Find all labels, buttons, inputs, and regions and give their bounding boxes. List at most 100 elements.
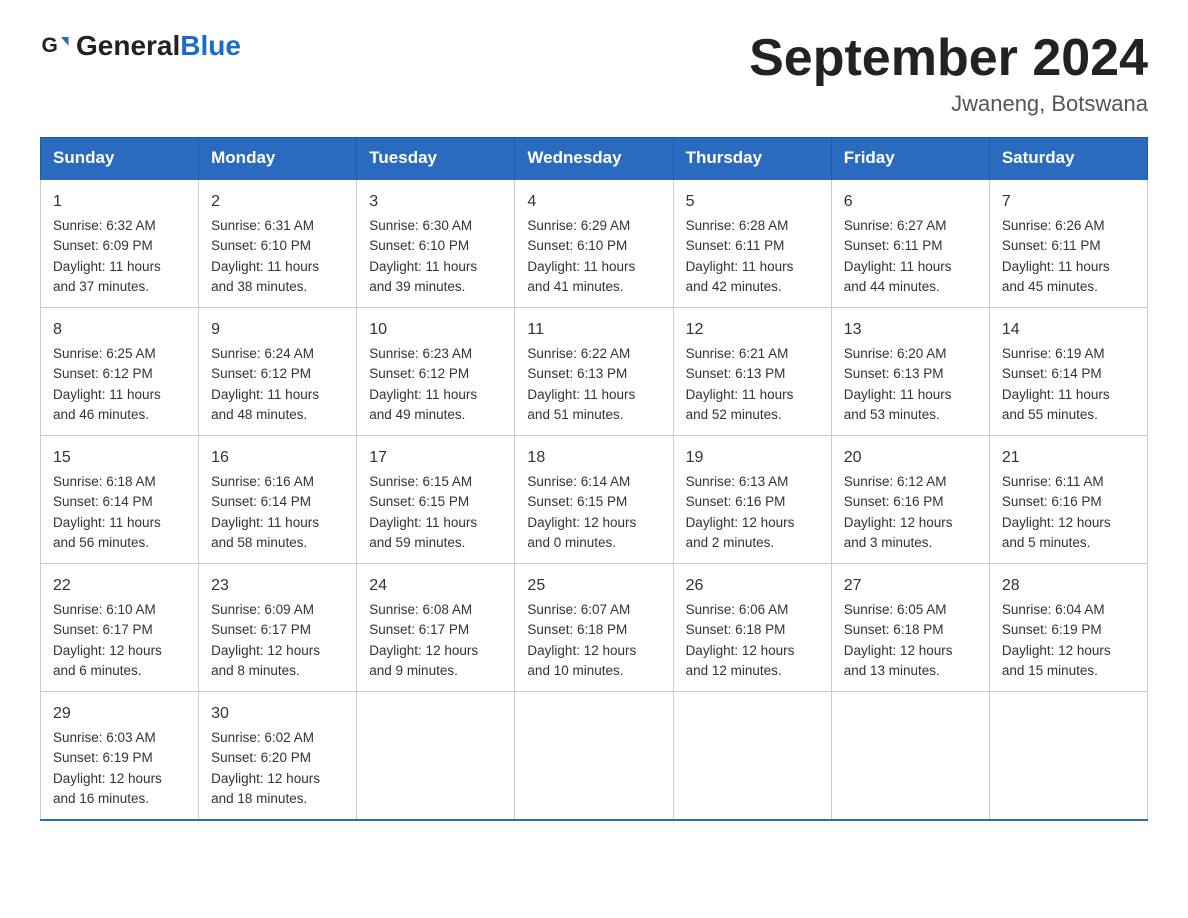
day-info: Sunrise: 6:14 AM (527, 472, 660, 492)
day-info: and 12 minutes. (686, 661, 819, 681)
day-number: 22 (53, 574, 186, 598)
calendar-title: September 2024 (749, 30, 1148, 87)
day-info: Sunset: 6:16 PM (844, 492, 977, 512)
day-number: 8 (53, 318, 186, 342)
day-info: Sunset: 6:11 PM (844, 236, 977, 256)
day-info: Daylight: 12 hours (527, 513, 660, 533)
day-info: Sunset: 6:17 PM (369, 620, 502, 640)
logo-general: General (76, 30, 180, 61)
day-info: Sunrise: 6:24 AM (211, 344, 344, 364)
day-info: Daylight: 12 hours (844, 641, 977, 661)
day-info: Sunrise: 6:15 AM (369, 472, 502, 492)
logo-wordmark: GeneralBlue (76, 30, 241, 62)
calendar-cell: 29Sunrise: 6:03 AMSunset: 6:19 PMDayligh… (41, 692, 199, 821)
calendar-cell: 6Sunrise: 6:27 AMSunset: 6:11 PMDaylight… (831, 179, 989, 308)
day-info: Sunset: 6:19 PM (53, 748, 186, 768)
day-info: Sunrise: 6:03 AM (53, 728, 186, 748)
day-info: Sunrise: 6:26 AM (1002, 216, 1135, 236)
day-number: 12 (686, 318, 819, 342)
calendar-cell (515, 692, 673, 821)
day-number: 13 (844, 318, 977, 342)
day-info: and 16 minutes. (53, 789, 186, 809)
day-info: Sunrise: 6:08 AM (369, 600, 502, 620)
calendar-table: SundayMondayTuesdayWednesdayThursdayFrid… (40, 137, 1148, 821)
calendar-cell: 24Sunrise: 6:08 AMSunset: 6:17 PMDayligh… (357, 564, 515, 692)
calendar-cell: 7Sunrise: 6:26 AMSunset: 6:11 PMDaylight… (989, 179, 1147, 308)
day-info: and 46 minutes. (53, 405, 186, 425)
day-info: and 2 minutes. (686, 533, 819, 553)
day-info: Sunrise: 6:29 AM (527, 216, 660, 236)
day-info: Sunrise: 6:04 AM (1002, 600, 1135, 620)
day-info: Sunrise: 6:09 AM (211, 600, 344, 620)
day-number: 1 (53, 190, 186, 214)
day-number: 15 (53, 446, 186, 470)
calendar-cell: 22Sunrise: 6:10 AMSunset: 6:17 PMDayligh… (41, 564, 199, 692)
day-info: Daylight: 12 hours (53, 769, 186, 789)
calendar-cell (989, 692, 1147, 821)
day-number: 27 (844, 574, 977, 598)
calendar-week-row: 15Sunrise: 6:18 AMSunset: 6:14 PMDayligh… (41, 436, 1148, 564)
day-number: 30 (211, 702, 344, 726)
day-info: Sunrise: 6:06 AM (686, 600, 819, 620)
day-info: Daylight: 11 hours (1002, 385, 1135, 405)
day-info: Sunset: 6:17 PM (211, 620, 344, 640)
day-info: Sunset: 6:12 PM (211, 364, 344, 384)
page-header: G GeneralBlue September 2024 Jwaneng, Bo… (40, 30, 1148, 117)
day-info: and 13 minutes. (844, 661, 977, 681)
day-info: Daylight: 12 hours (1002, 513, 1135, 533)
day-info: Daylight: 12 hours (686, 641, 819, 661)
calendar-cell: 20Sunrise: 6:12 AMSunset: 6:16 PMDayligh… (831, 436, 989, 564)
day-info: Sunset: 6:14 PM (53, 492, 186, 512)
day-info: Daylight: 12 hours (211, 769, 344, 789)
day-info: Daylight: 11 hours (686, 257, 819, 277)
day-number: 14 (1002, 318, 1135, 342)
day-info: Daylight: 12 hours (1002, 641, 1135, 661)
day-number: 23 (211, 574, 344, 598)
calendar-cell: 5Sunrise: 6:28 AMSunset: 6:11 PMDaylight… (673, 179, 831, 308)
day-info: Sunrise: 6:31 AM (211, 216, 344, 236)
day-info: Daylight: 11 hours (211, 257, 344, 277)
day-info: Sunrise: 6:10 AM (53, 600, 186, 620)
calendar-cell: 3Sunrise: 6:30 AMSunset: 6:10 PMDaylight… (357, 179, 515, 308)
day-info: and 58 minutes. (211, 533, 344, 553)
day-info: and 39 minutes. (369, 277, 502, 297)
day-info: Sunset: 6:10 PM (211, 236, 344, 256)
day-info: Daylight: 11 hours (211, 385, 344, 405)
day-info: Daylight: 11 hours (1002, 257, 1135, 277)
day-info: Sunrise: 6:21 AM (686, 344, 819, 364)
day-info: and 44 minutes. (844, 277, 977, 297)
day-info: and 5 minutes. (1002, 533, 1135, 553)
col-header-sunday: Sunday (41, 138, 199, 180)
calendar-cell: 27Sunrise: 6:05 AMSunset: 6:18 PMDayligh… (831, 564, 989, 692)
day-info: Sunrise: 6:22 AM (527, 344, 660, 364)
day-number: 11 (527, 318, 660, 342)
day-number: 5 (686, 190, 819, 214)
calendar-cell: 23Sunrise: 6:09 AMSunset: 6:17 PMDayligh… (199, 564, 357, 692)
day-number: 17 (369, 446, 502, 470)
day-info: and 59 minutes. (369, 533, 502, 553)
calendar-cell: 2Sunrise: 6:31 AMSunset: 6:10 PMDaylight… (199, 179, 357, 308)
day-info: Daylight: 11 hours (211, 513, 344, 533)
day-info: and 18 minutes. (211, 789, 344, 809)
day-info: Sunrise: 6:23 AM (369, 344, 502, 364)
day-info: and 55 minutes. (1002, 405, 1135, 425)
calendar-cell: 16Sunrise: 6:16 AMSunset: 6:14 PMDayligh… (199, 436, 357, 564)
calendar-week-row: 8Sunrise: 6:25 AMSunset: 6:12 PMDaylight… (41, 308, 1148, 436)
calendar-cell: 13Sunrise: 6:20 AMSunset: 6:13 PMDayligh… (831, 308, 989, 436)
day-number: 2 (211, 190, 344, 214)
calendar-cell: 1Sunrise: 6:32 AMSunset: 6:09 PMDaylight… (41, 179, 199, 308)
calendar-week-row: 29Sunrise: 6:03 AMSunset: 6:19 PMDayligh… (41, 692, 1148, 821)
day-info: Daylight: 11 hours (686, 385, 819, 405)
day-info: and 6 minutes. (53, 661, 186, 681)
day-info: and 51 minutes. (527, 405, 660, 425)
day-info: Daylight: 11 hours (53, 385, 186, 405)
day-number: 26 (686, 574, 819, 598)
day-number: 6 (844, 190, 977, 214)
col-header-thursday: Thursday (673, 138, 831, 180)
day-info: and 52 minutes. (686, 405, 819, 425)
day-info: and 41 minutes. (527, 277, 660, 297)
day-info: Sunset: 6:16 PM (686, 492, 819, 512)
day-info: Sunset: 6:18 PM (686, 620, 819, 640)
day-info: Sunrise: 6:13 AM (686, 472, 819, 492)
day-info: and 3 minutes. (844, 533, 977, 553)
